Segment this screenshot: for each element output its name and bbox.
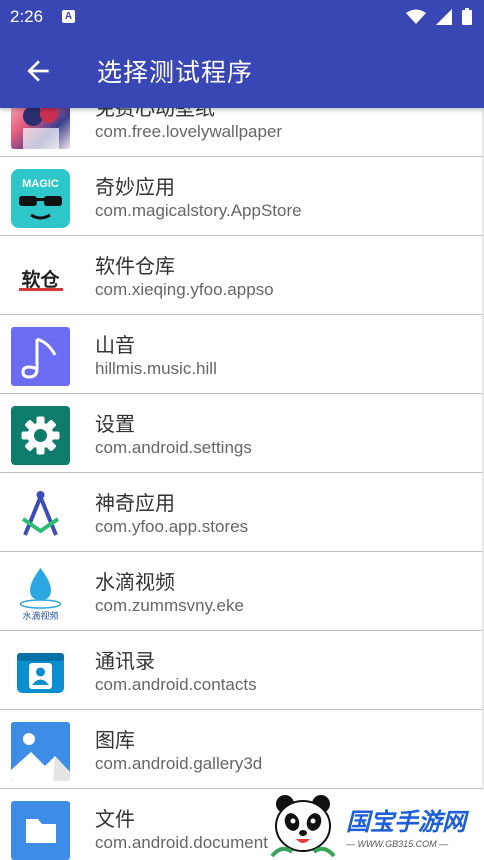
app-package: com.zummsvny.eke [95, 596, 244, 615]
app-list[interactable]: 免费心动壁纸 com.free.lovelywallpaper MAGIC 奇妙… [0, 108, 482, 860]
water-drop-icon: 水滴视频 [11, 564, 70, 623]
watermark-title: 国宝手游网 [346, 808, 466, 836]
app-row-hillmusic[interactable]: 山音 hillmis.music.hill [0, 315, 482, 394]
app-name: 奇妙应用 [95, 177, 175, 199]
app-package: com.xieqing.yfoo.appso [95, 280, 274, 299]
app-name: 山音 [95, 335, 135, 357]
battery-icon [462, 8, 472, 25]
status-icons [406, 8, 472, 25]
panda-logo-icon [270, 795, 336, 858]
wifi-icon [406, 9, 426, 24]
app-package: com.android.contacts [95, 675, 257, 694]
compass-a-icon [11, 485, 70, 544]
status-time: 2:26 [10, 7, 44, 26]
app-name: 神奇应用 [95, 493, 175, 515]
app-package: com.free.lovelywallpaper [95, 122, 283, 141]
app-row-yfoo-stores[interactable]: 神奇应用 com.yfoo.app.stores [0, 473, 482, 552]
app-row-waterdrop[interactable]: 水滴视频 水滴视频 com.zummsvny.eke [0, 552, 482, 631]
music-note-icon [11, 327, 70, 386]
status-bar: 2:26 A [0, 0, 484, 34]
page-title: 选择测试程序 [97, 59, 254, 87]
magic-icon-text: MAGIC [22, 178, 59, 190]
software-warehouse-icon: 软仓 [11, 248, 70, 307]
app-name: 图库 [95, 730, 135, 752]
app-row-settings[interactable]: 设置 com.android.settings [0, 394, 482, 473]
app-row-magicalstory[interactable]: MAGIC 奇妙应用 com.magicalstory.AppStore [0, 157, 482, 236]
app-name: 通讯录 [95, 651, 155, 673]
app-row-gallery[interactable]: 图库 com.android.gallery3d [0, 710, 482, 789]
app-package: com.yfoo.app.stores [95, 517, 249, 536]
app-name: 设置 [95, 414, 135, 436]
waterdrop-icon-text: 水滴视频 [22, 610, 58, 622]
notification-a-icon: A [62, 10, 75, 23]
app-name: 文件 [95, 809, 135, 831]
app-name: 免费心动壁纸 [95, 108, 215, 120]
magic-sunglasses-icon: MAGIC [11, 169, 70, 228]
folder-icon [11, 801, 70, 860]
app-row-appso[interactable]: 软仓 软件仓库 com.xieqing.yfoo.appso [0, 236, 482, 315]
watermark-url: — WWW.GB315.COM — [346, 838, 449, 849]
signal-icon [436, 8, 452, 25]
app-package: com.android.documentsui [95, 833, 290, 852]
gallery-icon [11, 722, 70, 781]
gear-icon [11, 406, 70, 465]
app-name: 水滴视频 [95, 572, 175, 594]
back-arrow-icon[interactable] [22, 55, 54, 87]
app-row-contacts[interactable]: 通讯录 com.android.contacts [0, 631, 482, 710]
anime-wallpaper-icon [11, 108, 70, 149]
app-package: com.magicalstory.AppStore [95, 201, 302, 220]
app-package: com.android.settings [95, 438, 252, 457]
contacts-icon [11, 643, 70, 702]
app-package: com.android.gallery3d [95, 754, 263, 773]
watermark-overlay: 国宝手游网 — WWW.GB315.COM — [268, 790, 484, 860]
app-bar: 选择测试程序 [0, 34, 484, 108]
app-row-lovelywallpaper[interactable]: 免费心动壁纸 com.free.lovelywallpaper [0, 108, 482, 157]
appso-icon-text: 软仓 [21, 268, 60, 291]
app-package: hillmis.music.hill [95, 359, 217, 378]
app-name: 软件仓库 [95, 256, 175, 278]
